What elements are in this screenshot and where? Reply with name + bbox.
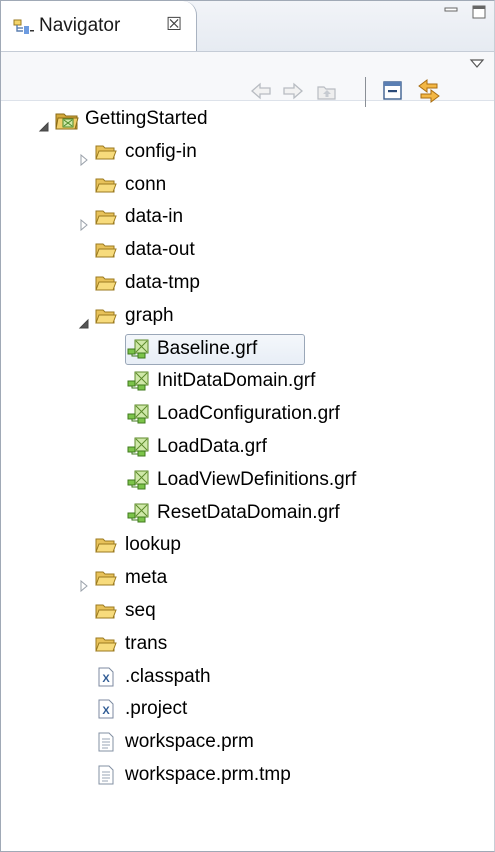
tree-item-project[interactable]: GettingStarted [38,104,491,134]
folder-icon [95,568,117,588]
tree-item-graph[interactable]: LoadViewDefinitions.grf [127,465,491,495]
minimize-icon[interactable] [444,5,458,19]
graph-file-icon [127,503,149,523]
window-controls [444,5,486,27]
tab-title: Navigator [39,15,121,36]
tree-item-label: meta [125,567,168,589]
tree-item-label: conn [125,173,167,195]
up-icon[interactable] [315,79,339,103]
tree-item-label: config-in [125,140,197,162]
text-file-icon [95,765,117,785]
tree-item-text[interactable]: workspace.prm [95,727,491,757]
collapsed-arrow-icon[interactable] [77,573,91,593]
tree-item-label: GettingStarted [85,108,208,129]
tree-item-folder[interactable]: data-tmp [95,268,491,298]
graph-file-icon [127,371,149,391]
xml-file-icon: X [95,699,117,719]
tree-item-folder[interactable]: data-in [80,202,491,232]
tree-item-label: data-in [125,206,184,228]
folder-icon [95,273,117,293]
tree-item-folder[interactable]: config-in [80,137,491,167]
expanded-arrow-icon[interactable] [37,114,51,132]
navigator-tab[interactable]: Navigator ☒ [1,1,197,51]
tree-item-label: workspace.prm.tmp [125,764,291,785]
folder-icon [95,601,117,621]
folder-icon [95,306,117,326]
tree-item-folder[interactable]: seq [95,596,491,626]
project-icon [55,109,79,130]
graph-file-icon [127,339,149,359]
navigator-view: Navigator ☒ GettingStarted config-in con… [0,0,495,852]
tree-item-label: data-out [125,239,195,261]
tree-item-label: trans [125,632,168,654]
toolbar-separator [365,77,366,107]
tree-item-label: LoadConfiguration.grf [157,403,340,425]
svg-text:X: X [102,705,110,717]
navigator-view-icon [13,19,34,34]
tree-item-label: data-tmp [125,272,200,293]
tree-item-xml[interactable]: X .project [95,694,491,724]
view-tab-strip: Navigator ☒ [1,1,494,52]
tree-item-graph[interactable]: LoadConfiguration.grf [127,399,491,429]
tree-item-label: lookup [125,534,181,556]
back-icon[interactable] [249,79,273,103]
folder-icon [95,240,117,260]
tree-item-graph[interactable]: ResetDataDomain.grf [127,498,491,528]
tree-item-label: Baseline.grf [157,337,258,359]
folder-icon [95,175,117,195]
tree-item-xml[interactable]: X .classpath [95,662,491,692]
collapse-all-icon[interactable] [381,79,405,103]
folder-icon [95,535,117,555]
xml-file-icon: X [95,667,117,687]
text-file-icon [95,732,117,752]
tree-item-text[interactable]: workspace.prm.tmp [95,760,491,790]
link-with-editor-icon[interactable] [415,77,443,105]
tree-item-graph[interactable]: Baseline.grf [125,333,491,365]
svg-text:X: X [102,673,110,685]
tree-item-label: ResetDataDomain.grf [157,501,340,523]
expanded-arrow-icon[interactable] [77,311,91,329]
tree-item-label: InitDataDomain.grf [157,370,316,392]
tree-item-label: .project [125,698,188,720]
graph-file-icon [127,404,149,424]
collapsed-arrow-icon[interactable] [77,212,91,232]
close-icon[interactable]: ☒ [166,13,182,35]
graph-file-icon [127,437,149,457]
folder-icon [95,207,117,227]
tree-item-folder[interactable]: graph [78,301,491,331]
tree-item-folder[interactable]: conn [95,170,491,200]
tree-item-label: workspace.prm [125,731,254,753]
tree-item-label: LoadViewDefinitions.grf [157,468,357,490]
tree-item-label: seq [125,600,156,621]
forward-icon[interactable] [281,79,305,103]
view-menu-icon[interactable] [469,57,485,71]
folder-icon [95,634,117,654]
graph-file-icon [127,470,149,490]
collapsed-arrow-icon[interactable] [77,147,91,166]
tree-item-folder[interactable]: trans [95,629,491,659]
tree-item-graph[interactable]: InitDataDomain.grf [127,366,491,396]
tree-item-label: .classpath [125,665,211,687]
maximize-icon[interactable] [472,5,486,19]
tree-item-folder[interactable]: data-out [95,235,491,265]
tree-item-folder[interactable]: lookup [95,530,491,560]
folder-icon [95,142,117,162]
tree-item-label: graph [125,304,174,326]
tree-item-graph[interactable]: LoadData.grf [127,432,491,462]
tree-item-label: LoadData.grf [157,436,267,457]
tree-item-folder[interactable]: meta [80,563,491,593]
